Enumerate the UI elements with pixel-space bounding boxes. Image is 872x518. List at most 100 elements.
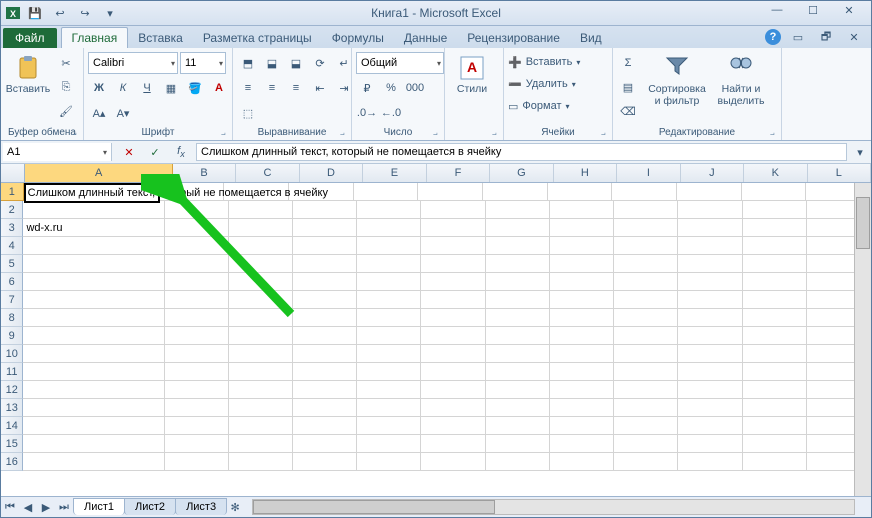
tab-home[interactable]: Главная [61, 27, 129, 48]
cell-H7[interactable] [550, 291, 614, 309]
cell-K14[interactable] [743, 417, 807, 435]
new-sheet-icon[interactable]: ✻ [226, 501, 244, 514]
cell-F6[interactable] [421, 273, 485, 291]
shrink-font-icon[interactable]: A▾ [112, 102, 134, 124]
align-top-icon[interactable]: ⬒ [237, 52, 259, 74]
row-header-8[interactable]: 8 [1, 309, 23, 327]
cell-D8[interactable] [293, 309, 357, 327]
align-center-icon[interactable]: ≡ [261, 77, 283, 99]
cell-A14[interactable] [23, 417, 164, 435]
col-header-D[interactable]: D [300, 164, 363, 182]
cell-J9[interactable] [678, 327, 742, 345]
col-header-H[interactable]: H [554, 164, 617, 182]
cell-G2[interactable] [486, 201, 550, 219]
cell-K7[interactable] [743, 291, 807, 309]
cell-D3[interactable] [293, 219, 357, 237]
window-restore-icon[interactable]: 🗗 [815, 26, 837, 48]
copy-icon[interactable]: ⎘ [55, 76, 77, 98]
cell-A2[interactable] [23, 201, 164, 219]
help-icon[interactable]: ? [765, 29, 781, 45]
row-header-9[interactable]: 9 [1, 327, 23, 345]
cell-C15[interactable] [229, 435, 293, 453]
cell-D6[interactable] [293, 273, 357, 291]
paste-button[interactable]: Вставить [5, 52, 51, 98]
cell-E12[interactable] [357, 381, 421, 399]
styles-button[interactable]: A Стили [449, 52, 495, 98]
italic-button[interactable]: К [112, 77, 134, 99]
row-header-7[interactable]: 7 [1, 291, 23, 309]
cell-H1[interactable] [548, 183, 613, 201]
cell-E5[interactable] [357, 255, 421, 273]
row-header-4[interactable]: 4 [1, 237, 23, 255]
sheet-nav-last-icon[interactable]: ⏭ [55, 501, 73, 514]
cell-E8[interactable] [357, 309, 421, 327]
cell-F13[interactable] [421, 399, 485, 417]
cell-H12[interactable] [550, 381, 614, 399]
ribbon-minimize-icon[interactable]: ▭ [787, 26, 809, 48]
cell-K10[interactable] [743, 345, 807, 363]
tab-formulas[interactable]: Формулы [322, 28, 394, 48]
cell-F9[interactable] [421, 327, 485, 345]
cell-E7[interactable] [357, 291, 421, 309]
cell-I10[interactable] [614, 345, 678, 363]
cell-K8[interactable] [743, 309, 807, 327]
formula-input[interactable]: Слишком длинный текст, который не помеща… [196, 143, 847, 161]
cell-D11[interactable] [293, 363, 357, 381]
delete-cells-button[interactable]: ➖Удалить▾ [508, 74, 576, 94]
cell-K9[interactable] [743, 327, 807, 345]
cell-G9[interactable] [486, 327, 550, 345]
decrease-decimal-icon[interactable]: ←.0 [380, 102, 402, 124]
cell-I11[interactable] [614, 363, 678, 381]
cell-D9[interactable] [293, 327, 357, 345]
orientation-icon[interactable]: ⟳ [309, 52, 331, 74]
cell-F3[interactable] [421, 219, 485, 237]
cell-F14[interactable] [421, 417, 485, 435]
col-header-C[interactable]: C [236, 164, 299, 182]
cell-F10[interactable] [421, 345, 485, 363]
horizontal-scrollbar[interactable] [252, 499, 855, 515]
cell-G15[interactable] [486, 435, 550, 453]
cell-C10[interactable] [229, 345, 293, 363]
bold-button[interactable]: Ж [88, 77, 110, 99]
cancel-edit-icon[interactable]: ✕ [118, 141, 140, 163]
tab-insert[interactable]: Вставка [128, 28, 193, 48]
cell-J8[interactable] [678, 309, 742, 327]
cell-A10[interactable] [23, 345, 164, 363]
col-header-E[interactable]: E [363, 164, 426, 182]
cell-C12[interactable] [229, 381, 293, 399]
cell-F7[interactable] [421, 291, 485, 309]
row-header-15[interactable]: 15 [1, 435, 23, 453]
cell-C6[interactable] [229, 273, 293, 291]
cell-K4[interactable] [743, 237, 807, 255]
cell-H4[interactable] [550, 237, 614, 255]
cell-I2[interactable] [614, 201, 678, 219]
cell-D13[interactable] [293, 399, 357, 417]
cell-J12[interactable] [678, 381, 742, 399]
cell-B8[interactable] [165, 309, 229, 327]
cell-I1[interactable] [612, 183, 677, 201]
cell-E9[interactable] [357, 327, 421, 345]
cell-A9[interactable] [23, 327, 164, 345]
cell-D16[interactable] [293, 453, 357, 471]
cell-I5[interactable] [614, 255, 678, 273]
autosum-icon[interactable]: Σ [617, 52, 639, 74]
decrease-indent-icon[interactable]: ⇤ [309, 77, 331, 99]
cell-I13[interactable] [614, 399, 678, 417]
cell-K2[interactable] [743, 201, 807, 219]
row-header-13[interactable]: 13 [1, 399, 23, 417]
cell-B4[interactable] [165, 237, 229, 255]
col-header-B[interactable]: B [173, 164, 236, 182]
cell-I16[interactable] [614, 453, 678, 471]
cell-H8[interactable] [550, 309, 614, 327]
cell-F12[interactable] [421, 381, 485, 399]
row-header-16[interactable]: 16 [1, 453, 23, 471]
window-close-icon[interactable]: ✕ [843, 26, 865, 48]
cell-B9[interactable] [165, 327, 229, 345]
format-painter-icon[interactable]: 🖌 [55, 100, 77, 122]
col-header-A[interactable]: A [25, 164, 172, 182]
cell-B13[interactable] [165, 399, 229, 417]
currency-icon[interactable]: ₽ [356, 77, 378, 99]
vertical-scrollbar[interactable] [854, 183, 871, 496]
row-header-10[interactable]: 10 [1, 345, 23, 363]
cell-G3[interactable] [486, 219, 550, 237]
